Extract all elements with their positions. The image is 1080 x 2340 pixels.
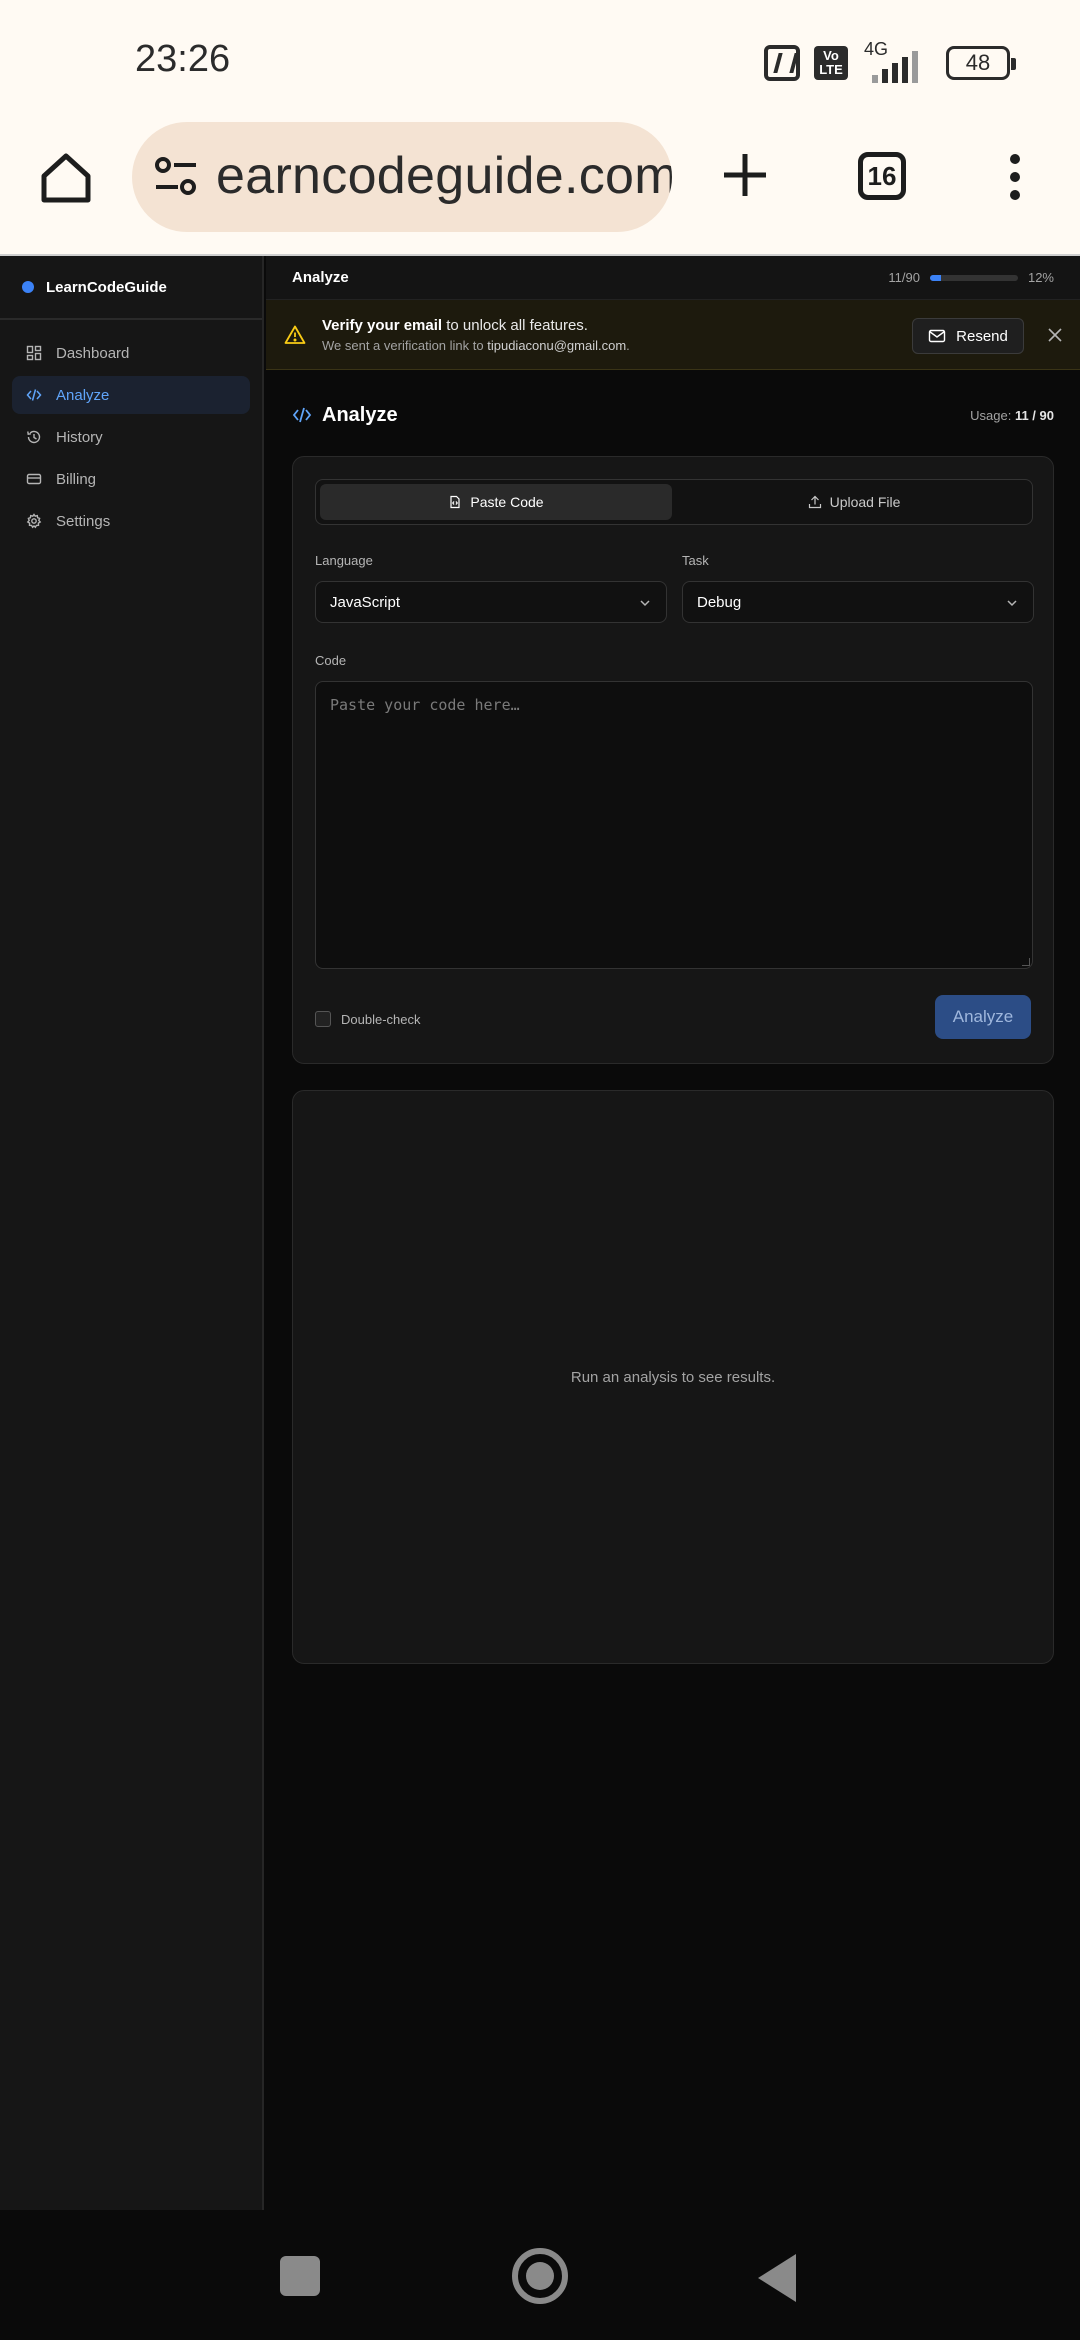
usage-count: 11/90	[888, 270, 920, 285]
resend-label: Resend	[956, 327, 1008, 345]
status-time: 23:26	[135, 38, 231, 80]
usage-progress-bar	[929, 274, 1018, 281]
page-usage-value: 11 / 90	[1014, 407, 1054, 423]
page-usage: Usage: 11 / 90	[970, 408, 1054, 423]
sidebar-item-dashboard[interactable]: Dashboard	[12, 334, 250, 372]
resend-button[interactable]: Resend	[912, 318, 1024, 354]
site-settings-icon[interactable]	[154, 156, 198, 196]
page-usage-label: Usage:	[970, 407, 1015, 423]
sidebar-item-label: Dashboard	[56, 344, 130, 362]
task-label: Task	[682, 553, 709, 568]
dashboard-icon	[26, 345, 42, 361]
sidebar-item-settings[interactable]: Settings	[12, 502, 250, 540]
page-title-text: Analyze	[322, 403, 398, 426]
upload-icon	[808, 495, 821, 509]
language-value: JavaScript	[330, 593, 401, 611]
back-icon[interactable]	[758, 2254, 796, 2302]
chevron-down-icon	[1007, 600, 1017, 607]
gear-icon	[26, 513, 42, 529]
chevron-down-icon	[640, 600, 650, 607]
double-check-label: Double-check	[341, 1011, 421, 1027]
paste-file-icon	[450, 495, 461, 509]
banner-subtitle: We sent a verification link to tipudiaco…	[322, 338, 630, 353]
sidebar-item-label: History	[56, 428, 103, 446]
sidebar-item-billing[interactable]: Billing	[12, 460, 250, 498]
url-text[interactable]: earncodeguide.com	[216, 146, 672, 206]
tab-switcher-button[interactable]: 16	[858, 152, 906, 200]
sidebar-nav: Dashboard Analyze History Billing Settin…	[0, 320, 262, 558]
new-tab-icon[interactable]	[720, 150, 770, 200]
banner-title-rest: to unlock all features.	[442, 316, 588, 334]
sidebar-item-label: Analyze	[56, 386, 110, 404]
task-value: Debug	[697, 593, 742, 611]
results-card: Run an analysis to see results.	[292, 1090, 1054, 1664]
sidebar-item-label: Settings	[56, 512, 111, 530]
signal-icon: 4G	[862, 39, 932, 83]
banner-title-strong: Verify your email	[322, 316, 443, 334]
tab-paste-code[interactable]: Paste Code	[320, 484, 672, 520]
brand-name: LearnCodeGuide	[46, 278, 167, 296]
close-icon[interactable]	[1046, 326, 1064, 344]
topbar: Analyze 11/90 12%	[266, 256, 1080, 300]
sidebar-item-history[interactable]: History	[12, 418, 250, 456]
history-icon	[27, 430, 41, 444]
tab-label: Upload File	[829, 494, 901, 510]
status-bar: 23:26 Vo LTE 4G 48	[0, 0, 1080, 120]
address-bar[interactable]: earncodeguide.com	[132, 122, 672, 232]
nfc-icon	[764, 45, 800, 81]
more-menu-icon[interactable]	[1010, 154, 1020, 200]
page-header: Analyze Usage: 11 / 90	[292, 400, 1054, 430]
sidebar-item-label: Billing	[56, 470, 97, 488]
usage-percent: 12%	[1027, 270, 1054, 285]
main-content: Analyze 11/90 12% Verify your email to u…	[266, 256, 1080, 2210]
code-label: Code	[315, 653, 347, 668]
browser-toolbar: earncodeguide.com 16	[0, 120, 1080, 256]
recents-icon[interactable]	[280, 2256, 320, 2296]
app: LearnCodeGuide Dashboard Analyze History	[0, 256, 1080, 2210]
code-input[interactable]: Paste your code here…	[315, 681, 1033, 969]
analyze-button[interactable]: Analyze	[935, 995, 1031, 1039]
topbar-title: Analyze	[292, 269, 349, 286]
banner-sub-prefix: We sent a verification link to	[322, 337, 488, 353]
system-nav-bar	[0, 2210, 1080, 2340]
task-select[interactable]: Debug	[682, 581, 1034, 623]
brand[interactable]: LearnCodeGuide	[0, 256, 262, 320]
sidebar-item-analyze[interactable]: Analyze	[12, 376, 250, 414]
input-mode-toggle: Paste Code Upload File	[315, 479, 1033, 525]
brand-logo-dot	[22, 281, 34, 293]
volte-icon: Vo LTE	[814, 46, 848, 80]
card-icon	[26, 473, 42, 485]
tab-upload-file[interactable]: Upload File	[678, 484, 1030, 520]
resize-handle[interactable]	[1022, 958, 1030, 966]
language-select[interactable]: JavaScript	[315, 581, 667, 623]
analyze-form-card: Paste Code Upload File Language JavaScri…	[292, 456, 1054, 1064]
usage-progress-fill	[929, 274, 941, 281]
code-icon	[292, 407, 312, 423]
page-title: Analyze	[292, 404, 398, 427]
language-label: Language	[315, 553, 373, 568]
code-placeholder: Paste your code here…	[330, 696, 520, 714]
usage-meter: 11/90 12%	[888, 270, 1054, 285]
battery-icon: 48	[946, 46, 1016, 80]
code-icon	[26, 389, 42, 401]
banner-title: Verify your email to unlock all features…	[322, 317, 630, 334]
warning-icon	[284, 325, 306, 344]
banner-email: tipudiaconu@gmail.com	[487, 337, 627, 353]
double-check-option[interactable]: Double-check	[315, 1011, 421, 1027]
banner-sub-suffix: .	[626, 337, 630, 353]
double-check-checkbox[interactable]	[315, 1011, 331, 1027]
home-nav-icon[interactable]	[512, 2248, 568, 2304]
results-empty-text: Run an analysis to see results.	[570, 1368, 776, 1386]
verify-email-banner: Verify your email to unlock all features…	[266, 300, 1080, 370]
sidebar: LearnCodeGuide Dashboard Analyze History	[0, 256, 264, 2210]
tab-label: Paste Code	[470, 494, 544, 510]
mail-icon	[928, 329, 946, 343]
home-icon[interactable]	[38, 150, 94, 206]
status-icons: Vo LTE 4G 48	[764, 38, 1016, 88]
